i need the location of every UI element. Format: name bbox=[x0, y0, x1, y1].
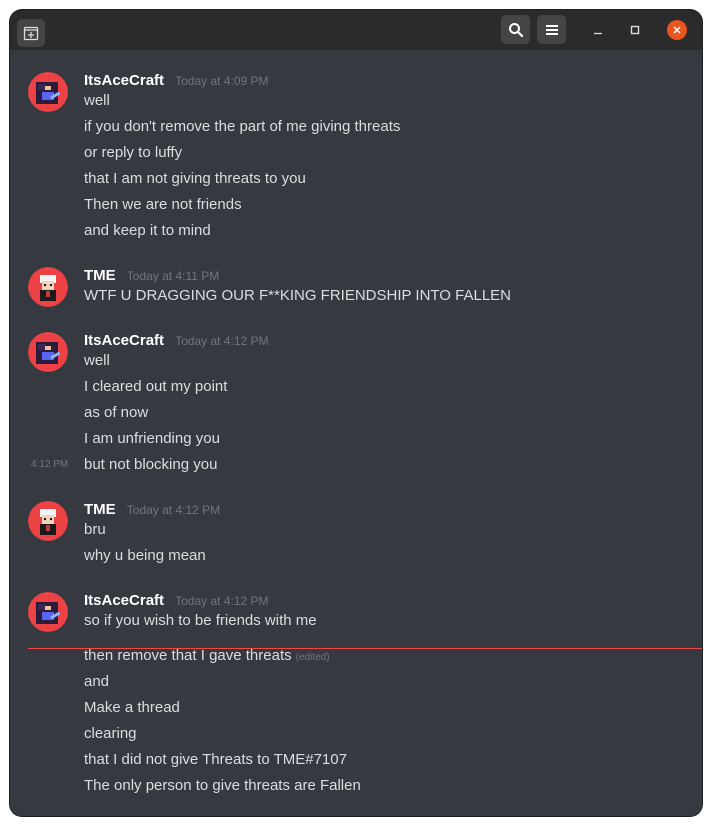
message-line-text: then remove that I gave threats bbox=[84, 647, 292, 664]
author-name[interactable]: ItsAceCraft bbox=[84, 72, 164, 89]
minimize-icon bbox=[594, 32, 602, 35]
message-header: TME Today at 4:11 PM bbox=[84, 265, 219, 285]
avatar[interactable] bbox=[28, 501, 68, 541]
message-line: clearing bbox=[84, 725, 137, 742]
message-line: or reply to luffy bbox=[84, 144, 183, 161]
message-header: ItsAceCraft Today at 4:09 PM bbox=[84, 70, 269, 90]
message-line: bru bbox=[84, 521, 106, 538]
new-tab-button[interactable] bbox=[17, 19, 45, 47]
message-line: I am unfriending you bbox=[84, 430, 220, 447]
author-name[interactable]: TME bbox=[84, 267, 116, 284]
search-button[interactable] bbox=[501, 15, 530, 44]
message-line: Then we are not friends bbox=[84, 196, 242, 213]
message-timestamp: Today at 4:12 PM bbox=[175, 334, 269, 348]
message-line: well bbox=[84, 352, 110, 369]
message-line: Make a thread bbox=[84, 699, 180, 716]
edited-label: (edited) bbox=[295, 652, 330, 663]
message-line: The only person to give threats are Fall… bbox=[84, 777, 361, 794]
message-line: WTF U DRAGGING OUR F**KING FRIENDSHIP IN… bbox=[84, 287, 511, 304]
message-header: ItsAceCraft Today at 4:12 PM bbox=[84, 590, 269, 610]
message-timestamp: Today at 4:09 PM bbox=[175, 74, 269, 88]
message-timestamp: Today at 4:11 PM bbox=[126, 269, 220, 283]
message-line: I cleared out my point bbox=[84, 378, 228, 395]
message-line: but not blocking you bbox=[84, 456, 218, 473]
message-line: so if you wish to be friends with me bbox=[84, 612, 317, 629]
search-icon bbox=[508, 22, 523, 37]
message-line: why u being mean bbox=[84, 547, 206, 564]
message-header: ItsAceCraft Today at 4:12 PM bbox=[84, 330, 269, 350]
menu-button[interactable] bbox=[537, 15, 566, 44]
new-messages-divider bbox=[28, 648, 702, 649]
hamburger-menu-icon bbox=[545, 24, 558, 35]
minimize-button[interactable] bbox=[588, 20, 608, 40]
new-tab-icon bbox=[23, 26, 39, 41]
close-icon bbox=[673, 26, 681, 34]
avatar[interactable] bbox=[28, 592, 68, 632]
avatar[interactable] bbox=[28, 72, 68, 112]
author-name[interactable]: ItsAceCraft bbox=[84, 592, 164, 609]
message-line: and bbox=[84, 673, 110, 690]
title-bar bbox=[10, 10, 702, 50]
author-name[interactable]: TME bbox=[84, 501, 116, 518]
message-header: TME Today at 4:12 PM bbox=[84, 499, 220, 519]
hover-timestamp: 4:12 PM bbox=[31, 459, 69, 470]
message-line: and keep it to mind bbox=[84, 222, 211, 239]
close-button[interactable] bbox=[667, 20, 687, 40]
message-list: ItsAceCraft Today at 4:09 PM well if you… bbox=[10, 50, 702, 816]
message-line: that I am not giving threats to you bbox=[84, 170, 306, 187]
message-line: as of now bbox=[84, 404, 149, 421]
author-name[interactable]: ItsAceCraft bbox=[84, 332, 164, 349]
message-timestamp: Today at 4:12 PM bbox=[175, 594, 269, 608]
message-line: that I did not give Threats to TME#7107 bbox=[84, 751, 347, 768]
message-line: well bbox=[84, 92, 110, 109]
avatar[interactable] bbox=[28, 267, 68, 307]
message-line: if you don't remove the part of me givin… bbox=[84, 118, 401, 135]
discord-window: ItsAceCraft Today at 4:09 PM well if you… bbox=[10, 10, 702, 816]
maximize-button[interactable] bbox=[625, 20, 645, 40]
message-timestamp: Today at 4:12 PM bbox=[126, 503, 221, 517]
avatar[interactable] bbox=[28, 332, 68, 372]
maximize-icon bbox=[630, 25, 640, 35]
